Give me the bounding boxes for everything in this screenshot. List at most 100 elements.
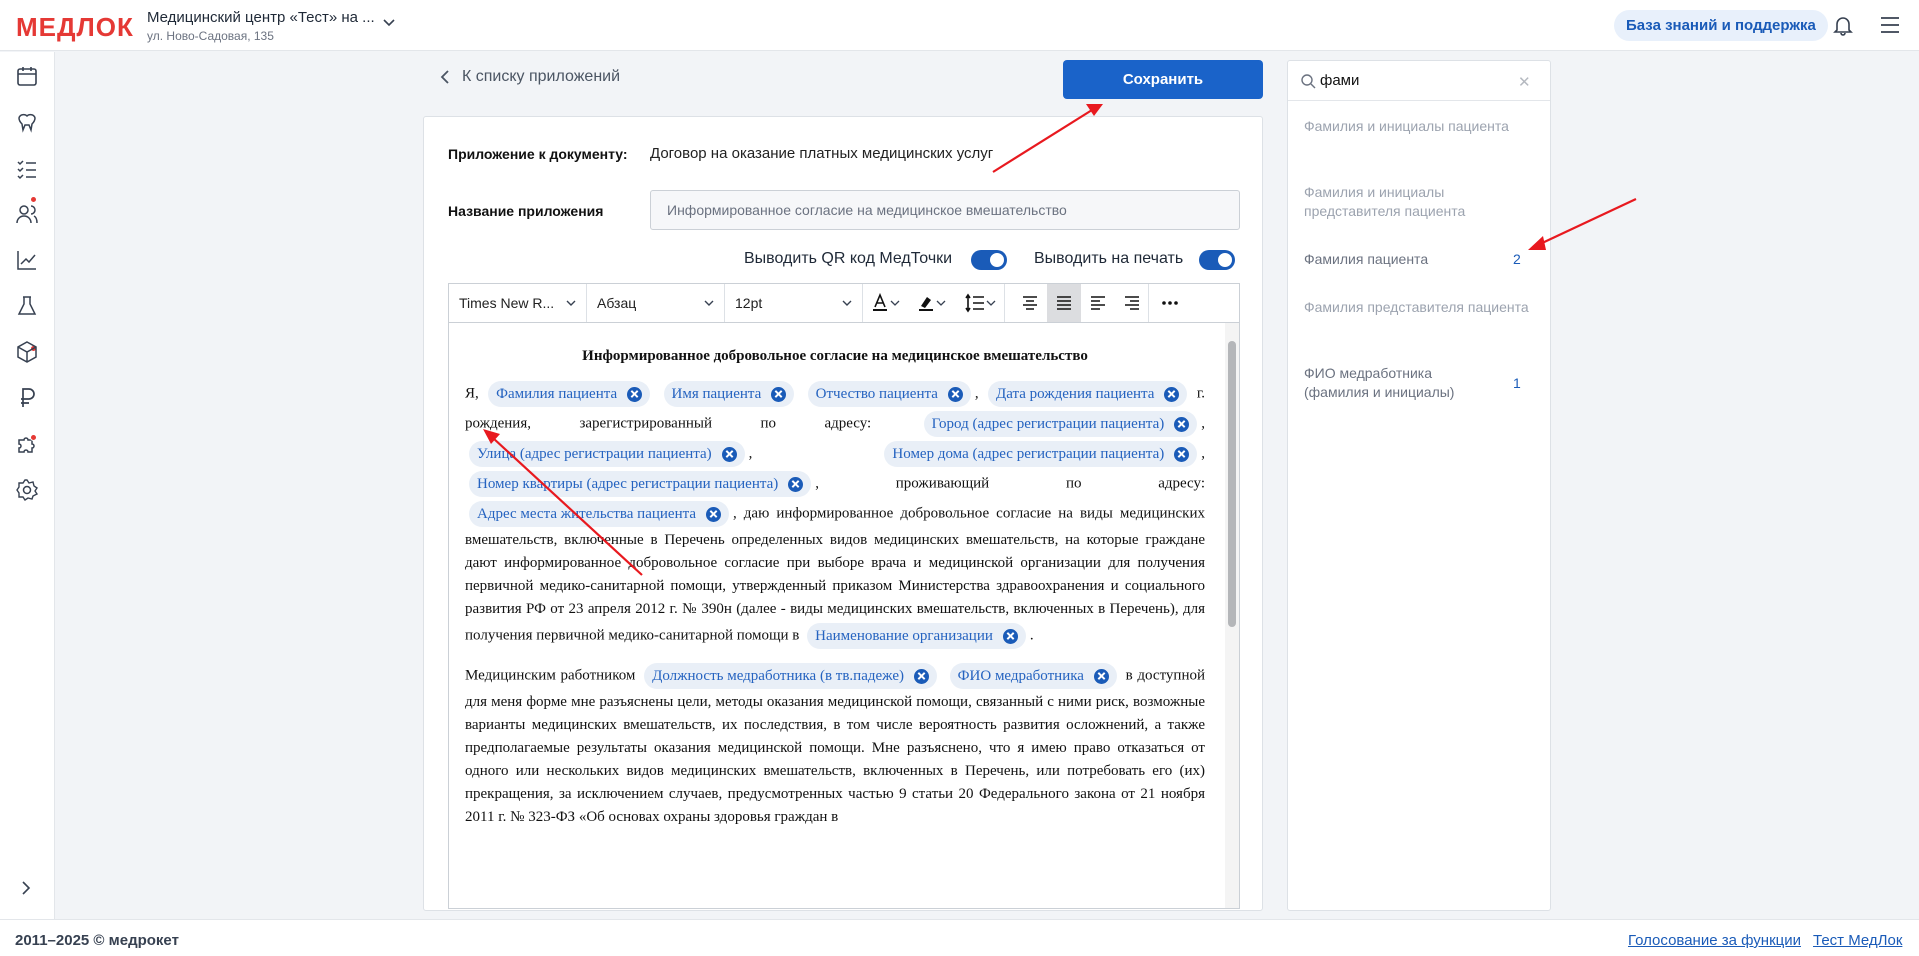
tasks-icon[interactable]: [15, 156, 39, 180]
font-size-value: 12pt: [735, 295, 763, 311]
variable-chip[interactable]: Фамилия пациента: [488, 381, 651, 407]
knowledge-base-button[interactable]: База знаний и поддержка: [1614, 10, 1828, 41]
variable-chip[interactable]: Должность медработника (в тв.падеже): [644, 663, 937, 689]
chevron-down-icon: [566, 300, 576, 306]
variable-item[interactable]: Фамилия и инициалы представителя пациент…: [1304, 183, 1534, 221]
test-medlok-link[interactable]: Тест МедЛок: [1813, 932, 1902, 949]
ruble-icon[interactable]: [15, 386, 39, 410]
teeth-icon[interactable]: [15, 110, 39, 134]
variable-item[interactable]: ФИО медработника (фамилия и инициалы) 1: [1304, 364, 1534, 402]
align-center-button[interactable]: [1013, 284, 1047, 322]
usage-count-badge: 1: [1513, 375, 1521, 391]
back-label: К списку приложений: [462, 68, 621, 85]
align-center-icon: [1023, 296, 1037, 310]
scrollbar-thumb[interactable]: [1228, 341, 1236, 627]
app-logo[interactable]: МЕДЛОК: [16, 12, 134, 43]
bell-icon[interactable]: [1832, 14, 1854, 36]
settings-gear-icon[interactable]: [15, 478, 39, 502]
variable-chip[interactable]: Наименование организации: [807, 623, 1026, 649]
remove-icon[interactable]: [1174, 416, 1190, 432]
variable-item[interactable]: Фамилия пациента 2: [1304, 250, 1534, 269]
usage-count-badge: 2: [1513, 251, 1521, 267]
chip-label: ФИО медработника: [957, 668, 1084, 684]
remove-icon[interactable]: [771, 386, 787, 402]
save-button[interactable]: Сохранить: [1063, 60, 1263, 99]
variable-label: Фамилия пациента: [1304, 251, 1429, 267]
chip-label: Номер дома (адрес регистрации пациента): [892, 446, 1165, 462]
chevron-down-icon[interactable]: [382, 16, 396, 30]
notification-dot: [30, 434, 37, 441]
remove-icon[interactable]: [947, 386, 963, 402]
copyright: 2011–2025 © медрокет: [15, 932, 179, 949]
doc-text: проживающий по адресу:: [895, 475, 1205, 492]
lab-flask-icon[interactable]: [15, 294, 39, 318]
align-justify-icon: [1057, 296, 1071, 310]
line-height-button[interactable]: [955, 284, 1005, 322]
appendix-name-input[interactable]: Информированное согласие на медицинское …: [650, 190, 1240, 230]
variable-chip[interactable]: ФИО медработника: [949, 663, 1117, 689]
clear-search-icon[interactable]: ✕: [1518, 73, 1531, 91]
more-dots-icon: [1162, 301, 1178, 305]
editor-scrollbar[interactable]: [1225, 323, 1239, 908]
variable-chip[interactable]: Дата рождения пациента: [988, 381, 1188, 407]
remove-icon[interactable]: [706, 506, 721, 522]
chip-label: Фамилия пациента: [496, 386, 618, 402]
chip-label: Адрес места жительства пациента: [477, 506, 696, 522]
remove-icon[interactable]: [721, 446, 737, 462]
document-content[interactable]: Информированное добровольное согласие на…: [465, 323, 1205, 839]
variable-item[interactable]: Фамилия и инициалы пациента: [1304, 117, 1534, 136]
feature-voting-link[interactable]: Голосование за функции: [1628, 932, 1801, 949]
align-right-button[interactable]: [1115, 284, 1149, 322]
variable-chip[interactable]: Номер квартиры (адрес регистрации пациен…: [469, 471, 812, 497]
analytics-icon[interactable]: [15, 248, 39, 272]
package-box-icon[interactable]: [15, 340, 39, 364]
calendar-icon[interactable]: [15, 64, 39, 88]
remove-icon[interactable]: [1164, 386, 1180, 402]
editor-toolbar: Times New R... Абзац 12pt: [448, 283, 1240, 323]
remove-icon[interactable]: [627, 386, 643, 402]
remove-icon[interactable]: [1093, 668, 1109, 684]
line-height-icon: [964, 293, 995, 313]
menu-icon[interactable]: [1880, 16, 1900, 34]
block-format-value: Абзац: [597, 295, 637, 311]
variable-chip[interactable]: Отчество пациента: [807, 381, 971, 407]
document-editor[interactable]: Информированное добровольное согласие на…: [448, 323, 1240, 909]
patients-icon[interactable]: [15, 202, 39, 226]
variable-item[interactable]: Фамилия представителя пациента: [1304, 298, 1534, 317]
chip-label: Город (адрес регистрации пациента): [931, 416, 1165, 432]
block-format-select[interactable]: Абзац: [587, 284, 725, 322]
more-options-button[interactable]: [1149, 284, 1191, 322]
variable-chip[interactable]: Номер дома (адрес регистрации пациента): [884, 441, 1198, 467]
document-value: Договор на оказание платных медицинских …: [650, 145, 994, 162]
chevron-right-icon[interactable]: [19, 880, 33, 896]
font-family-select[interactable]: Times New R...: [449, 284, 587, 322]
qr-toggle[interactable]: [971, 250, 1007, 270]
align-left-button[interactable]: [1081, 284, 1115, 322]
back-to-list-link[interactable]: К списку приложений: [440, 68, 620, 86]
font-size-select[interactable]: 12pt: [725, 284, 863, 322]
chip-label: Отчество пациента: [815, 386, 938, 402]
doc-text: .: [1029, 627, 1034, 644]
print-toggle[interactable]: [1199, 250, 1235, 270]
font-family-value: Times New R...: [459, 295, 555, 311]
remove-icon[interactable]: [1174, 446, 1190, 462]
variable-chip[interactable]: Город (адрес регистрации пациента): [923, 411, 1198, 437]
document-paragraph: Медицинским работником Должность медрабо…: [465, 661, 1205, 829]
remove-icon[interactable]: [913, 668, 929, 684]
variable-chip[interactable]: Имя пациента: [663, 381, 795, 407]
clinic-selector[interactable]: Медицинский центр «Тест» на ... ул. Ново…: [147, 9, 375, 43]
variable-chip[interactable]: Улица (адрес регистрации пациента): [469, 441, 745, 467]
align-justify-button[interactable]: [1047, 284, 1081, 322]
variable-search[interactable]: фами ✕: [1288, 61, 1550, 101]
document-label: Приложение к документу:: [448, 146, 628, 162]
appendix-form-panel: Приложение к документу: Договор на оказа…: [423, 116, 1263, 911]
top-bar: МЕДЛОК Медицинский центр «Тест» на ... у…: [0, 0, 1919, 51]
highlight-color-button[interactable]: [909, 284, 955, 322]
doc-text: Я,: [465, 385, 479, 402]
remove-icon[interactable]: [788, 476, 804, 492]
search-input[interactable]: фами: [1320, 72, 1359, 89]
remove-icon[interactable]: [1002, 628, 1018, 644]
variable-chip[interactable]: Адрес места жительства пациента: [469, 501, 729, 527]
text-color-button[interactable]: [863, 284, 909, 322]
doc-text: Медицинским работником: [465, 667, 636, 684]
